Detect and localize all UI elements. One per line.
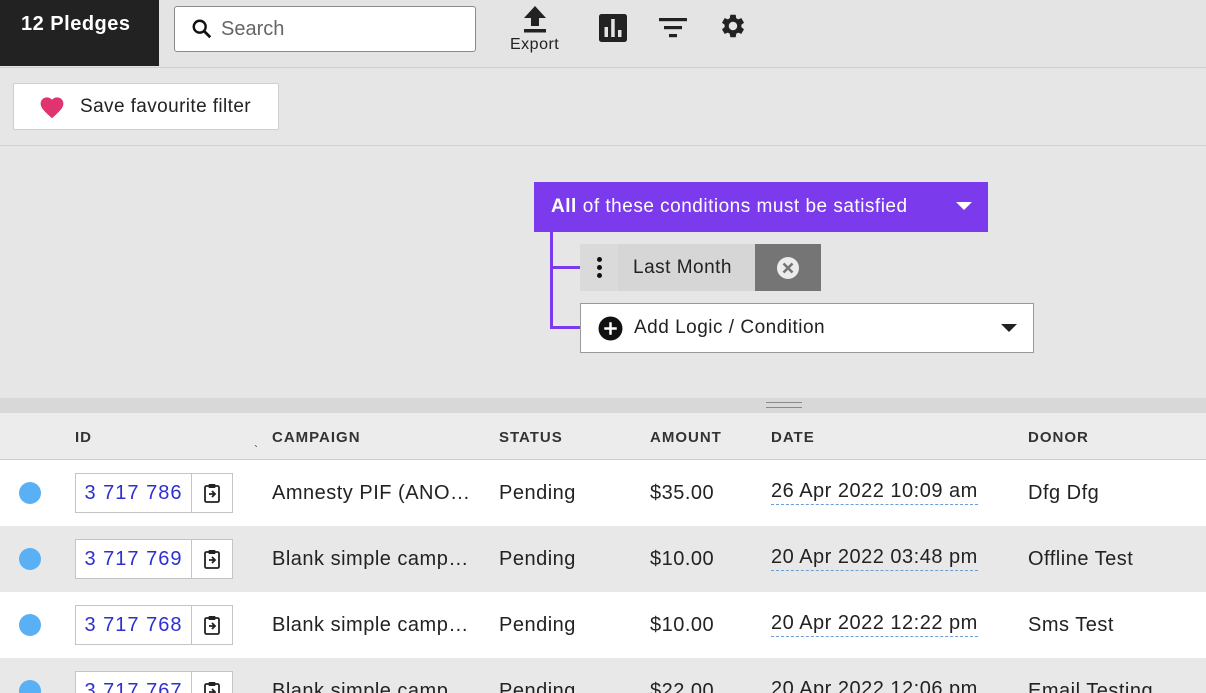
logic-condition-text: of these conditions must be satisfied [582,196,908,217]
filter-button[interactable] [659,17,687,39]
logic-tree-branch [550,326,580,329]
campaign-cell: Blank simple camp… [272,548,469,570]
status-cell: Pending [499,614,576,636]
pledge-id-box: 3 717 769 [75,539,233,579]
status-dot [19,548,41,570]
status-dot [19,614,41,636]
search-input[interactable] [221,17,451,41]
status-cell: Pending [499,680,576,693]
column-header-id[interactable]: ID [75,429,92,446]
logic-tree-branch [550,266,580,269]
export-label: Export [510,36,560,53]
donor-cell: Dfg Dfg [1028,482,1100,504]
table-row[interactable]: 3 717 786 Amnesty PIF (ANO… Pending $35.00 2… [0,460,1206,526]
column-resize-mark: ` [254,443,258,457]
campaign-cell: Blank simple camp… [272,614,469,636]
date-cell[interactable]: 26 Apr 2022 10:09 am [771,480,978,505]
clipboard-copy-icon [204,550,220,569]
add-logic-condition-dropdown[interactable]: Add Logic / Condition [580,303,1034,353]
search-icon [192,19,212,39]
save-favourite-filter-button[interactable]: Save favourite filter [13,83,279,130]
table-row[interactable]: 3 717 767 Blank simple camp… Pending $22.00… [0,658,1206,693]
logic-all-label: All [551,196,577,217]
amount-cell: $22.00 [650,680,715,693]
copy-id-button[interactable] [192,540,232,578]
top-toolbar: 12 Pledges Export [0,0,1206,68]
status-cell: Pending [499,482,576,504]
pledge-id-box: 3 717 767 [75,671,233,693]
table-header: ID ` CAMPAIGN STATUS AMOUNT DATE DONOR [0,413,1206,460]
column-header-status[interactable]: STATUS [499,429,563,446]
copy-id-button[interactable] [192,474,232,512]
caret-down-icon [1001,324,1017,332]
campaign-cell: Blank simple camp… [272,680,469,693]
donor-cell: Sms Test [1028,614,1114,636]
amount-cell: $10.00 [650,548,715,570]
pledge-id-link[interactable]: 3 717 786 [76,474,192,512]
close-circle-icon [777,256,799,279]
campaign-cell: Amnesty PIF (ANO… [272,482,471,504]
table-row[interactable]: 3 717 768 Blank simple camp… Pending $10.00… [0,592,1206,658]
panel-splitter [0,398,1206,413]
column-header-donor[interactable]: DONOR [1028,429,1089,446]
status-dot [19,680,41,693]
pledge-id-link[interactable]: 3 717 769 [76,540,192,578]
search-box[interactable] [174,6,476,52]
bar-chart-icon [599,14,627,42]
condition-label[interactable]: Last Month [618,244,755,291]
status-dot [19,482,41,504]
clipboard-copy-icon [204,682,220,693]
save-favourite-filter-label: Save favourite filter [80,95,252,117]
filter-icon [659,18,687,38]
pledge-id-box: 3 717 786 [75,473,233,513]
heart-icon [40,97,64,119]
column-header-date[interactable]: DATE [771,429,815,446]
pledge-id-link[interactable]: 3 717 767 [76,672,192,693]
settings-button[interactable] [719,12,747,40]
favourite-filter-row: Save favourite filter [0,68,1206,146]
chart-button[interactable] [598,13,628,43]
pledge-count: 12 Pledges [0,0,159,66]
donor-cell: Offline Test [1028,548,1134,570]
add-logic-label: Add Logic / Condition [634,317,826,338]
gear-icon [722,14,744,38]
amount-cell: $10.00 [650,614,715,636]
more-vertical-icon[interactable] [580,244,618,291]
remove-condition-button[interactable] [755,244,821,291]
export-button[interactable]: Export [510,4,559,54]
amount-cell: $35.00 [650,482,715,504]
pledge-id-link[interactable]: 3 717 768 [76,606,192,644]
resize-handle[interactable] [766,402,802,408]
logic-group-selector[interactable]: All of these conditions must be satisfie… [534,182,988,232]
date-cell[interactable]: 20 Apr 2022 03:48 pm [771,546,978,571]
upload-icon [523,6,546,33]
plus-circle-icon [598,316,623,340]
logic-tree-line [550,232,553,329]
condition-chip: Last Month [580,244,821,291]
donor-cell: Email Testing [1028,680,1154,693]
clipboard-copy-icon [204,484,220,503]
column-header-campaign[interactable]: CAMPAIGN [272,429,361,446]
status-cell: Pending [499,548,576,570]
pledge-id-box: 3 717 768 [75,605,233,645]
table-row[interactable]: 3 717 769 Blank simple camp… Pending $10.00… [0,526,1206,592]
date-cell[interactable]: 20 Apr 2022 12:06 pm [771,678,978,693]
date-cell[interactable]: 20 Apr 2022 12:22 pm [771,612,978,637]
column-header-amount[interactable]: AMOUNT [650,429,722,446]
copy-id-button[interactable] [192,606,232,644]
caret-down-icon [956,202,972,210]
clipboard-copy-icon [204,616,220,635]
copy-id-button[interactable] [192,672,232,693]
